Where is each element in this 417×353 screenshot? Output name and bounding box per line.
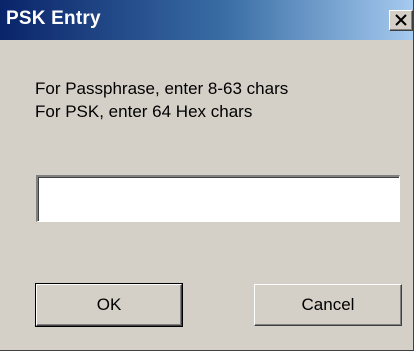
psk-instruction: For PSK, enter 64 Hex chars: [35, 102, 253, 121]
close-x-icon: [395, 14, 407, 26]
window-title: PSK Entry: [6, 8, 101, 29]
cancel-button[interactable]: Cancel: [254, 284, 402, 326]
psk-entry-dialog: PSK Entry For Passphrase, enter 8-63 cha…: [0, 0, 414, 351]
psk-input[interactable]: [36, 175, 400, 222]
passphrase-instruction: For Passphrase, enter 8-63 chars: [35, 79, 289, 98]
ok-button[interactable]: OK: [35, 283, 183, 327]
title-bar[interactable]: PSK Entry: [0, 0, 413, 40]
close-button[interactable]: [389, 10, 413, 31]
